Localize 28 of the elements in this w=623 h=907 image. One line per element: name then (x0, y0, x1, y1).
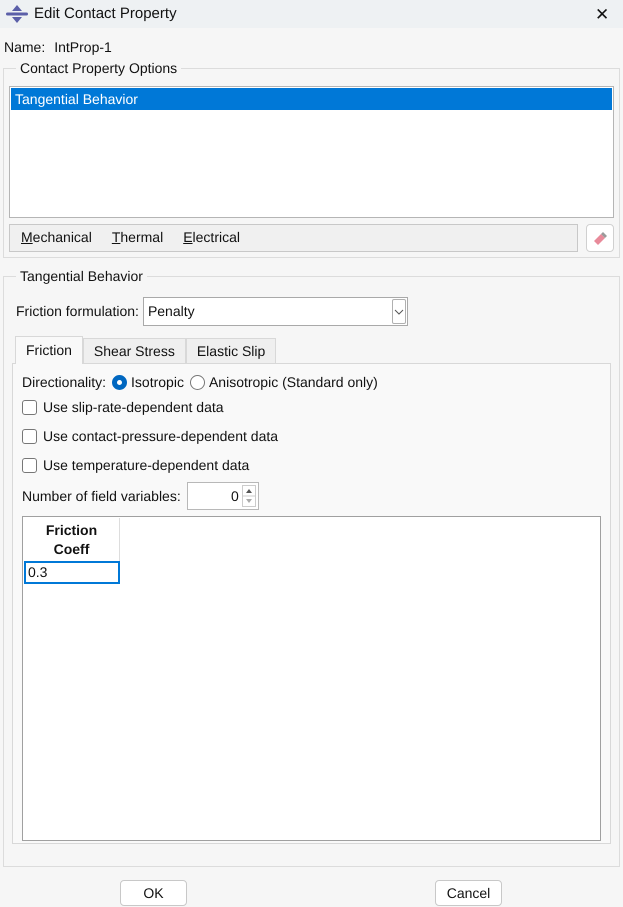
tab[interactable]: Elastic Slip (186, 338, 276, 364)
window-title: Edit Contact Property (34, 4, 177, 24)
formulation-label: Friction formulation: (16, 302, 139, 322)
name-label: Name: (4, 38, 46, 58)
menu-item[interactable]: Electrical (183, 227, 240, 248)
close-button[interactable]: ✕ (595, 6, 609, 22)
list-item[interactable]: Tangential Behavior (11, 88, 612, 110)
dialog-button[interactable]: Cancel (435, 880, 502, 906)
formulation-dropdown[interactable]: Penalty (142, 297, 408, 326)
menu-item[interactable]: Thermal (112, 227, 164, 248)
dialog-button[interactable]: OK (120, 880, 187, 906)
number-spinner[interactable]: 0 (186, 482, 259, 510)
table-cell[interactable]: 0.3 (24, 561, 120, 584)
directionality-label: Directionality: (22, 372, 106, 392)
app-icon (6, 5, 28, 23)
eraser-icon (592, 230, 608, 245)
checkbox-option[interactable]: Use temperature-dependent data (22, 451, 601, 480)
chevron-down-icon (394, 308, 404, 315)
field-variables-label: Number of field variables: (22, 486, 181, 506)
name-value: IntProp-1 (54, 38, 112, 58)
checkbox-option[interactable]: Use slip-rate-dependent data (22, 393, 601, 422)
tab[interactable]: Friction (15, 336, 83, 364)
menu-item[interactable]: Mechanical (21, 227, 92, 248)
radio-option[interactable]: Anisotropic (Standard only) (190, 372, 378, 393)
tab[interactable]: Shear Stress (82, 338, 186, 364)
checkbox-option[interactable]: Use contact-pressure-dependent data (22, 422, 601, 452)
eraser-button[interactable] (586, 224, 614, 252)
radio-option[interactable]: Isotropic (112, 372, 184, 393)
